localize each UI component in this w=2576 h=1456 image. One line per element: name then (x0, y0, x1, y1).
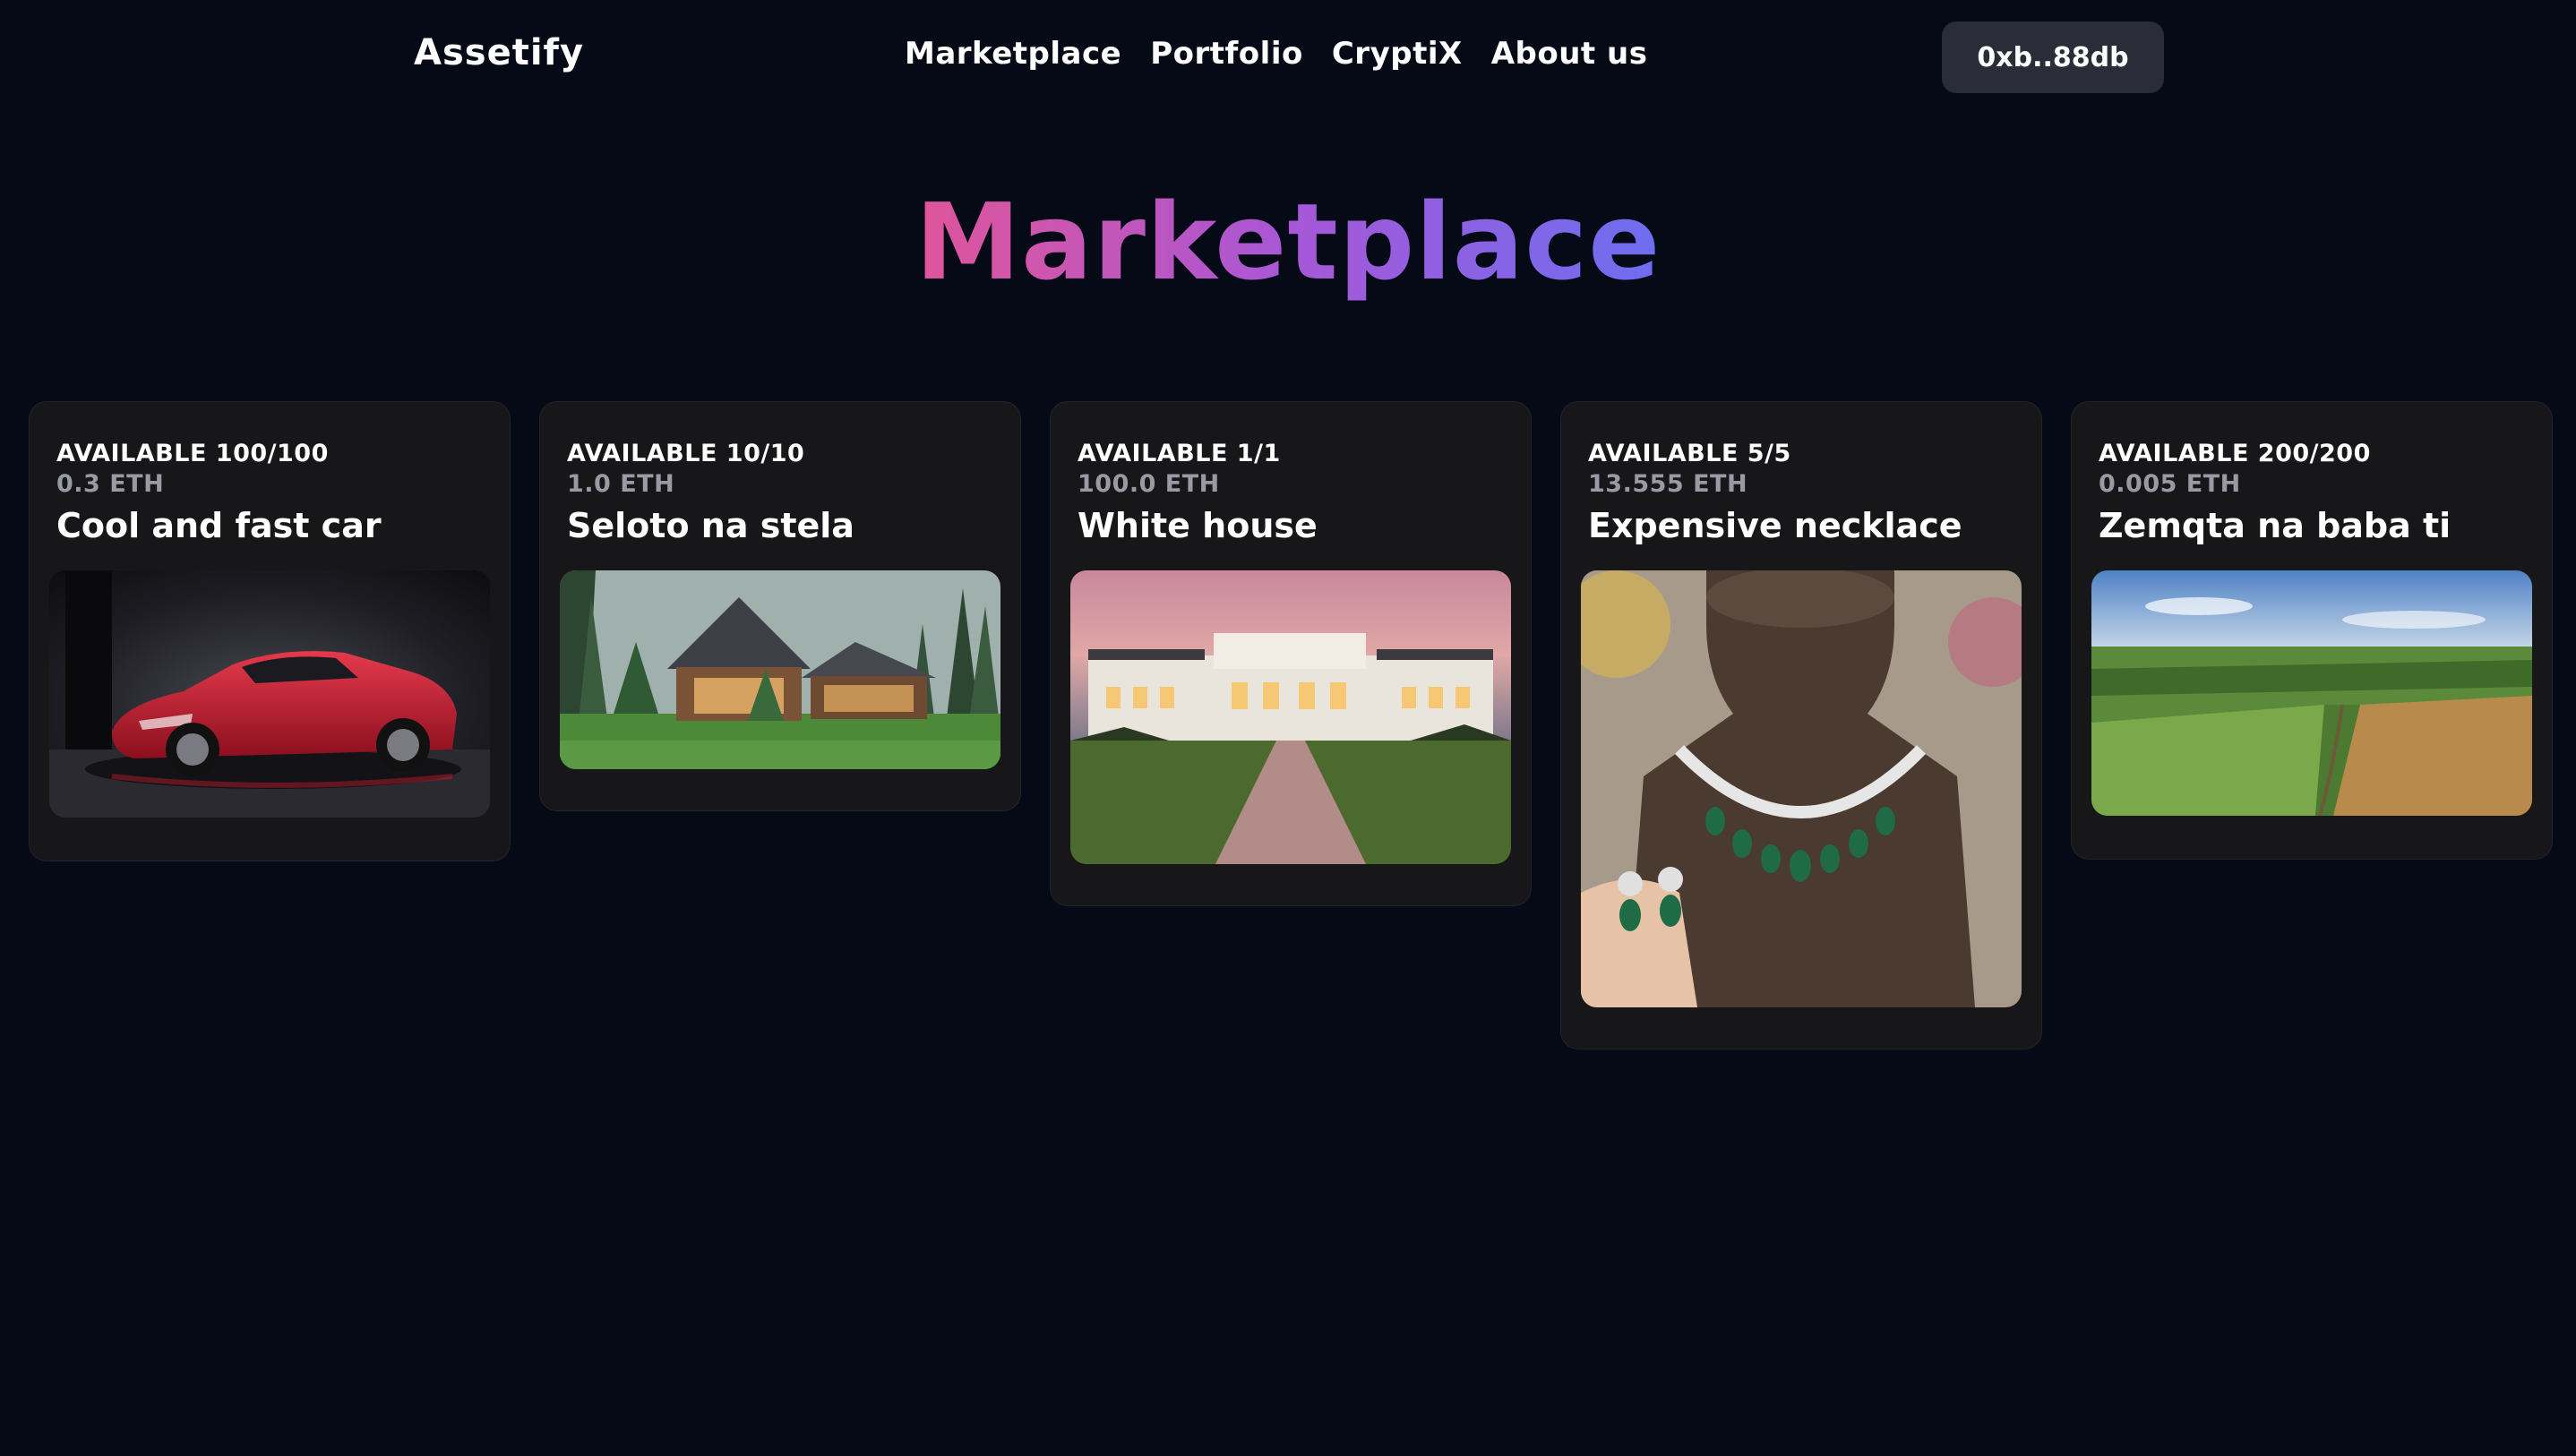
listing-card-white-house[interactable]: AVAILABLE 1/1 100.0 ETH White house (1050, 401, 1532, 906)
listing-card-car[interactable]: AVAILABLE 100/100 0.3 ETH Cool and fast … (29, 401, 511, 861)
listing-title: Cool and fast car (56, 506, 382, 545)
necklace-image (1581, 570, 2022, 1007)
listing-price: 0.005 ETH (2099, 470, 2241, 498)
listing-image-white-house[interactable] (1070, 570, 1511, 864)
listing-image-car[interactable] (49, 570, 490, 818)
house-image (560, 570, 1000, 769)
nav-link-portfolio[interactable]: Portfolio (1150, 36, 1303, 72)
listing-availability: AVAILABLE 100/100 (56, 440, 329, 467)
listing-image-necklace[interactable] (1581, 570, 2022, 1007)
listing-title: White house (1078, 506, 1318, 545)
listing-card-house[interactable]: AVAILABLE 10/10 1.0 ETH Seloto na stela (539, 401, 1021, 811)
listing-card-farmland[interactable]: AVAILABLE 200/200 0.005 ETH Zemqta na ba… (2071, 401, 2553, 860)
listing-title: Expensive necklace (1588, 506, 1962, 545)
brand-logo[interactable]: Assetify (414, 32, 584, 73)
page-title: Marketplace (914, 180, 1662, 304)
farmland-image (2091, 570, 2532, 816)
listing-image-house[interactable] (560, 570, 1000, 769)
listing-title: Zemqta na baba ti (2099, 506, 2451, 545)
listing-availability: AVAILABLE 10/10 (567, 440, 805, 467)
car-image (49, 570, 490, 818)
nav-link-about-us[interactable]: About us (1491, 36, 1648, 72)
listing-availability: AVAILABLE 5/5 (1588, 440, 1791, 467)
listing-price: 1.0 ETH (567, 470, 675, 498)
listing-image-farmland[interactable] (2091, 570, 2532, 816)
wallet-address-button[interactable]: 0xb..88db (1942, 21, 2164, 93)
listing-availability: AVAILABLE 200/200 (2099, 440, 2371, 467)
nav-links: Marketplace Portfolio CryptiX About us (905, 36, 1647, 72)
listing-price: 100.0 ETH (1078, 470, 1220, 498)
listing-card-necklace[interactable]: AVAILABLE 5/5 13.555 ETH Expensive neckl… (1560, 401, 2042, 1049)
listing-availability: AVAILABLE 1/1 (1078, 440, 1281, 467)
mansion-image (1070, 570, 1511, 864)
page-title-container: Marketplace (0, 179, 2576, 304)
listing-price: 13.555 ETH (1588, 470, 1748, 498)
listing-title: Seloto na stela (567, 506, 854, 545)
nav-link-cryptix[interactable]: CryptiX (1332, 36, 1463, 72)
top-navbar: Assetify Marketplace Portfolio CryptiX A… (0, 0, 2576, 111)
nav-link-marketplace[interactable]: Marketplace (905, 36, 1121, 72)
listing-price: 0.3 ETH (56, 470, 165, 498)
